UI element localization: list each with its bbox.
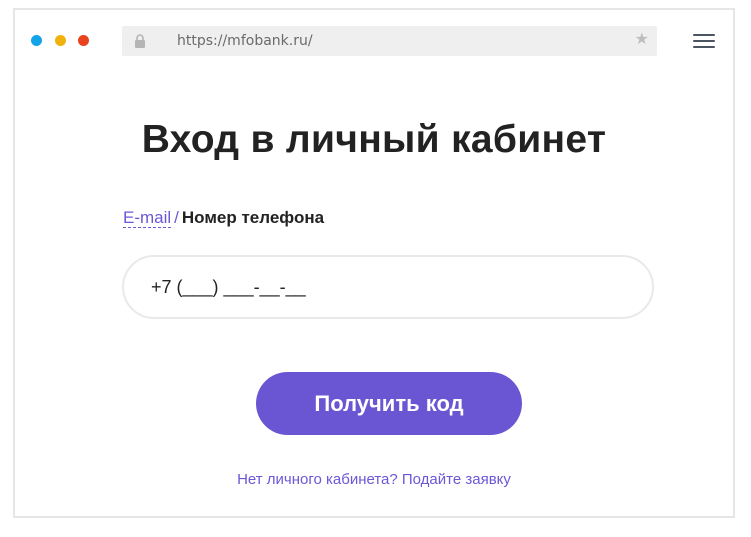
phone-input[interactable] (122, 255, 654, 319)
address-bar[interactable]: https://mfobank.ru/ ★ (122, 26, 657, 56)
switch-separator: / (174, 208, 179, 227)
email-tab[interactable]: E-mail (123, 208, 172, 228)
get-code-button[interactable]: Получить код (256, 372, 522, 435)
apply-link[interactable]: Нет личного кабинета? Подайте заявку (15, 471, 733, 488)
browser-window: https://mfobank.ru/ ★ Вход в личный каби… (13, 8, 735, 518)
url-text[interactable]: https://mfobank.ru/ (177, 33, 313, 49)
window-dot-yellow[interactable] (55, 35, 66, 46)
lock-icon (134, 34, 146, 48)
browser-toolbar: https://mfobank.ru/ ★ (15, 10, 733, 74)
window-dot-blue[interactable] (31, 35, 42, 46)
page-title: Вход в личный кабинет (141, 118, 607, 161)
hamburger-menu-icon[interactable] (693, 34, 717, 50)
phone-tab[interactable]: Номер телефона (182, 208, 324, 227)
login-method-switch: E-mail / Номер телефона (123, 208, 324, 228)
window-dot-red[interactable] (78, 35, 89, 46)
bookmark-star-icon[interactable]: ★ (635, 30, 649, 50)
